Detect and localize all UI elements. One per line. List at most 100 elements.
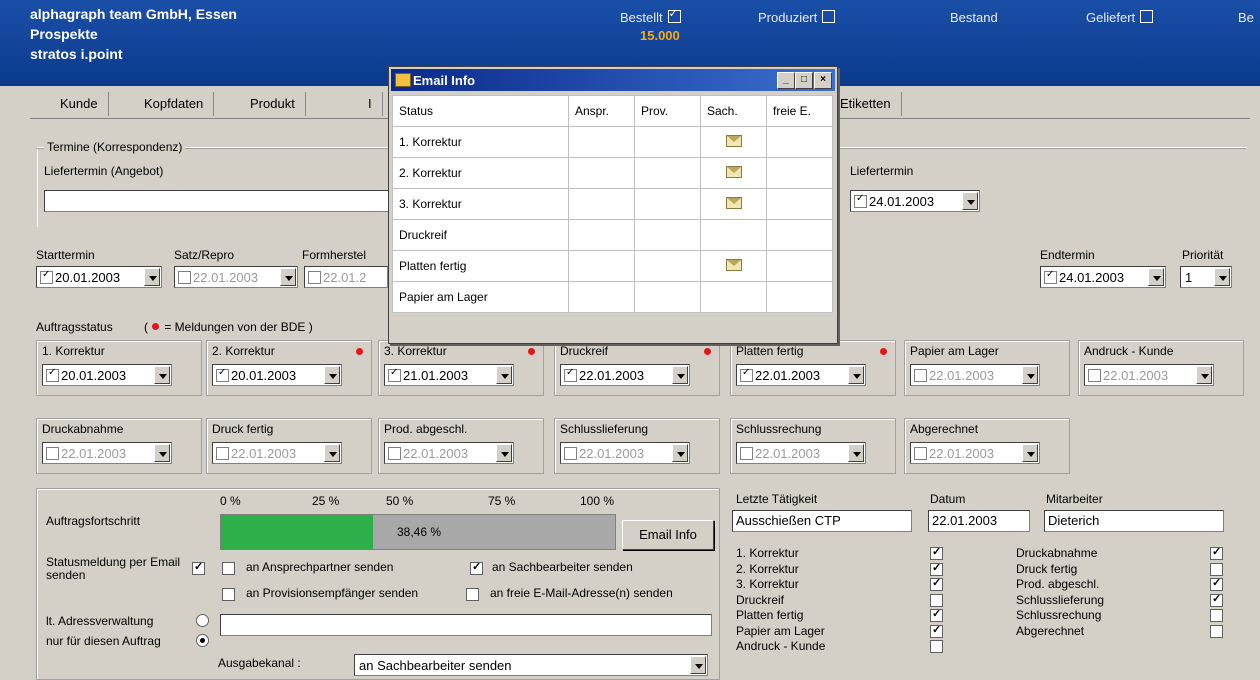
activity-item-checkbox[interactable]	[1210, 545, 1223, 560]
status-date-checkbox[interactable]	[388, 447, 401, 460]
status-date-checkbox[interactable]	[216, 367, 229, 382]
chevron-down-icon[interactable]	[962, 192, 978, 210]
status-date-combo[interactable]: 22.01.2003	[212, 442, 342, 464]
status-date-checkbox[interactable]	[914, 447, 927, 460]
activity-item-checkbox[interactable]	[930, 640, 943, 653]
status-date-combo[interactable]: 22.01.2003	[384, 442, 514, 464]
activity-item-checkbox[interactable]	[930, 623, 943, 638]
starttermin-checkbox[interactable]	[40, 269, 53, 284]
activity-item-checkbox[interactable]	[1210, 624, 1223, 638]
activity-item-checkbox[interactable]	[930, 593, 943, 607]
adressverwaltung-radio[interactable]	[196, 614, 209, 627]
email-info-titlebar[interactable]: Email Info _ □ ×	[391, 69, 835, 91]
sachbearbeiter-checkbox[interactable]	[470, 560, 483, 575]
provision-checkbox[interactable]	[222, 588, 235, 601]
chevron-down-icon[interactable]	[496, 366, 512, 384]
satz-repro-checkbox[interactable]	[178, 271, 191, 284]
status-date-combo[interactable]: 20.01.2003	[212, 364, 342, 386]
chevron-down-icon[interactable]	[324, 366, 340, 384]
status-date-checkbox[interactable]	[914, 369, 927, 382]
status-produziert[interactable]: Produziert	[758, 10, 836, 25]
activity-item-checkbox[interactable]	[930, 576, 943, 591]
status-date-checkbox[interactable]	[388, 367, 401, 382]
liefertermin-angebot-input[interactable]	[44, 190, 390, 212]
liefertermin-combo[interactable]: 24.01.2003	[850, 190, 980, 212]
chevron-down-icon[interactable]	[144, 268, 160, 286]
ausgabekanal-select[interactable]: an Sachbearbeiter senden	[354, 654, 708, 676]
starttermin-combo[interactable]: 20.01.2003	[36, 266, 162, 288]
status-bestellt[interactable]: Bestellt	[620, 7, 681, 25]
tab-hidden[interactable]: I	[358, 92, 383, 116]
nur-auftrag-radio[interactable]	[196, 634, 209, 647]
activity-item-checkbox[interactable]	[1210, 562, 1223, 576]
tab-kopfdaten[interactable]: Kopfdaten	[134, 92, 215, 116]
chevron-down-icon[interactable]	[280, 268, 296, 286]
status-date-checkbox[interactable]	[46, 367, 59, 382]
status-date-checkbox[interactable]	[46, 447, 59, 460]
chevron-down-icon[interactable]	[1214, 268, 1230, 286]
status-date-combo[interactable]: 22.01.2003	[910, 442, 1040, 464]
minimize-icon[interactable]: _	[777, 72, 795, 89]
tab-etiketten[interactable]: Etiketten	[830, 92, 902, 116]
status-date-combo[interactable]: 22.01.2003	[1084, 364, 1214, 386]
chevron-down-icon[interactable]	[496, 444, 512, 462]
close-icon[interactable]: ×	[814, 72, 832, 89]
chevron-down-icon[interactable]	[672, 366, 688, 384]
status-date-combo[interactable]: 22.01.2003	[736, 442, 866, 464]
chevron-down-icon[interactable]	[848, 444, 864, 462]
recipient-cell	[766, 126, 833, 158]
chevron-down-icon[interactable]	[154, 444, 170, 462]
status-date-combo[interactable]: 22.01.2003	[560, 442, 690, 464]
produziert-checkbox[interactable]	[822, 10, 836, 23]
status-date-combo[interactable]: 22.01.2003	[42, 442, 172, 464]
status-field-label: Papier am Lager	[910, 344, 999, 358]
email-info-button[interactable]: Email Info	[622, 520, 714, 550]
formherstel-combo[interactable]: 22.01.2	[304, 266, 388, 288]
chevron-down-icon[interactable]	[848, 366, 864, 384]
status-date-checkbox[interactable]	[740, 367, 753, 382]
mitarbeiter-input[interactable]: Dieterich	[1044, 510, 1224, 532]
bestellt-checkbox[interactable]	[667, 7, 681, 23]
satz-repro-combo[interactable]: 22.01.2003	[174, 266, 298, 288]
status-date-checkbox[interactable]	[564, 367, 577, 382]
chevron-down-icon[interactable]	[672, 444, 688, 462]
status-date-checkbox[interactable]	[1088, 369, 1101, 382]
letzte-taetigkeit-input[interactable]: Ausschießen CTP	[732, 510, 912, 532]
email-address-input[interactable]	[220, 614, 712, 636]
chevron-down-icon[interactable]	[324, 444, 340, 462]
activity-item-checkbox[interactable]	[930, 545, 943, 560]
chevron-down-icon[interactable]	[1022, 444, 1038, 462]
statusmeldung-checkbox[interactable]	[192, 560, 205, 575]
status-date-combo[interactable]: 22.01.2003	[736, 364, 866, 386]
endtermin-combo[interactable]: 24.01.2003	[1040, 266, 1166, 288]
geliefert-checkbox[interactable]	[1140, 10, 1154, 23]
chevron-down-icon[interactable]	[1196, 366, 1212, 384]
chevron-down-icon[interactable]	[690, 656, 706, 674]
chevron-down-icon[interactable]	[1022, 366, 1038, 384]
activity-item-checkbox[interactable]	[1210, 609, 1223, 622]
activity-item-checkbox[interactable]	[1210, 576, 1223, 591]
ansprechpartner-checkbox[interactable]	[222, 562, 235, 575]
status-date-checkbox[interactable]	[564, 447, 577, 460]
activity-item-checkbox[interactable]	[930, 561, 943, 576]
chevron-down-icon[interactable]	[1148, 268, 1164, 286]
freie-email-checkbox[interactable]	[466, 588, 479, 601]
status-date-checkbox[interactable]	[740, 447, 753, 460]
endtermin-checkbox[interactable]	[1044, 269, 1057, 284]
status-date-combo[interactable]: 22.01.2003	[560, 364, 690, 386]
tab-produkt[interactable]: Produkt	[240, 92, 306, 116]
prioritaet-combo[interactable]: 1	[1180, 266, 1232, 288]
activity-item-checkbox[interactable]	[1210, 592, 1223, 607]
status-date-checkbox[interactable]	[216, 447, 229, 460]
status-date-combo[interactable]: 21.01.2003	[384, 364, 514, 386]
status-date-combo[interactable]: 22.01.2003	[910, 364, 1040, 386]
liefertermin-checkbox[interactable]	[854, 193, 867, 208]
status-date-combo[interactable]: 20.01.2003	[42, 364, 172, 386]
maximize-icon[interactable]: □	[795, 72, 813, 89]
activity-item-checkbox[interactable]	[930, 607, 943, 622]
formherstel-checkbox[interactable]	[308, 271, 321, 284]
status-geliefert[interactable]: Geliefert	[1086, 10, 1154, 25]
chevron-down-icon[interactable]	[154, 366, 170, 384]
datum-input[interactable]: 22.01.2003	[928, 510, 1030, 532]
tab-kunde[interactable]: Kunde	[50, 92, 109, 116]
